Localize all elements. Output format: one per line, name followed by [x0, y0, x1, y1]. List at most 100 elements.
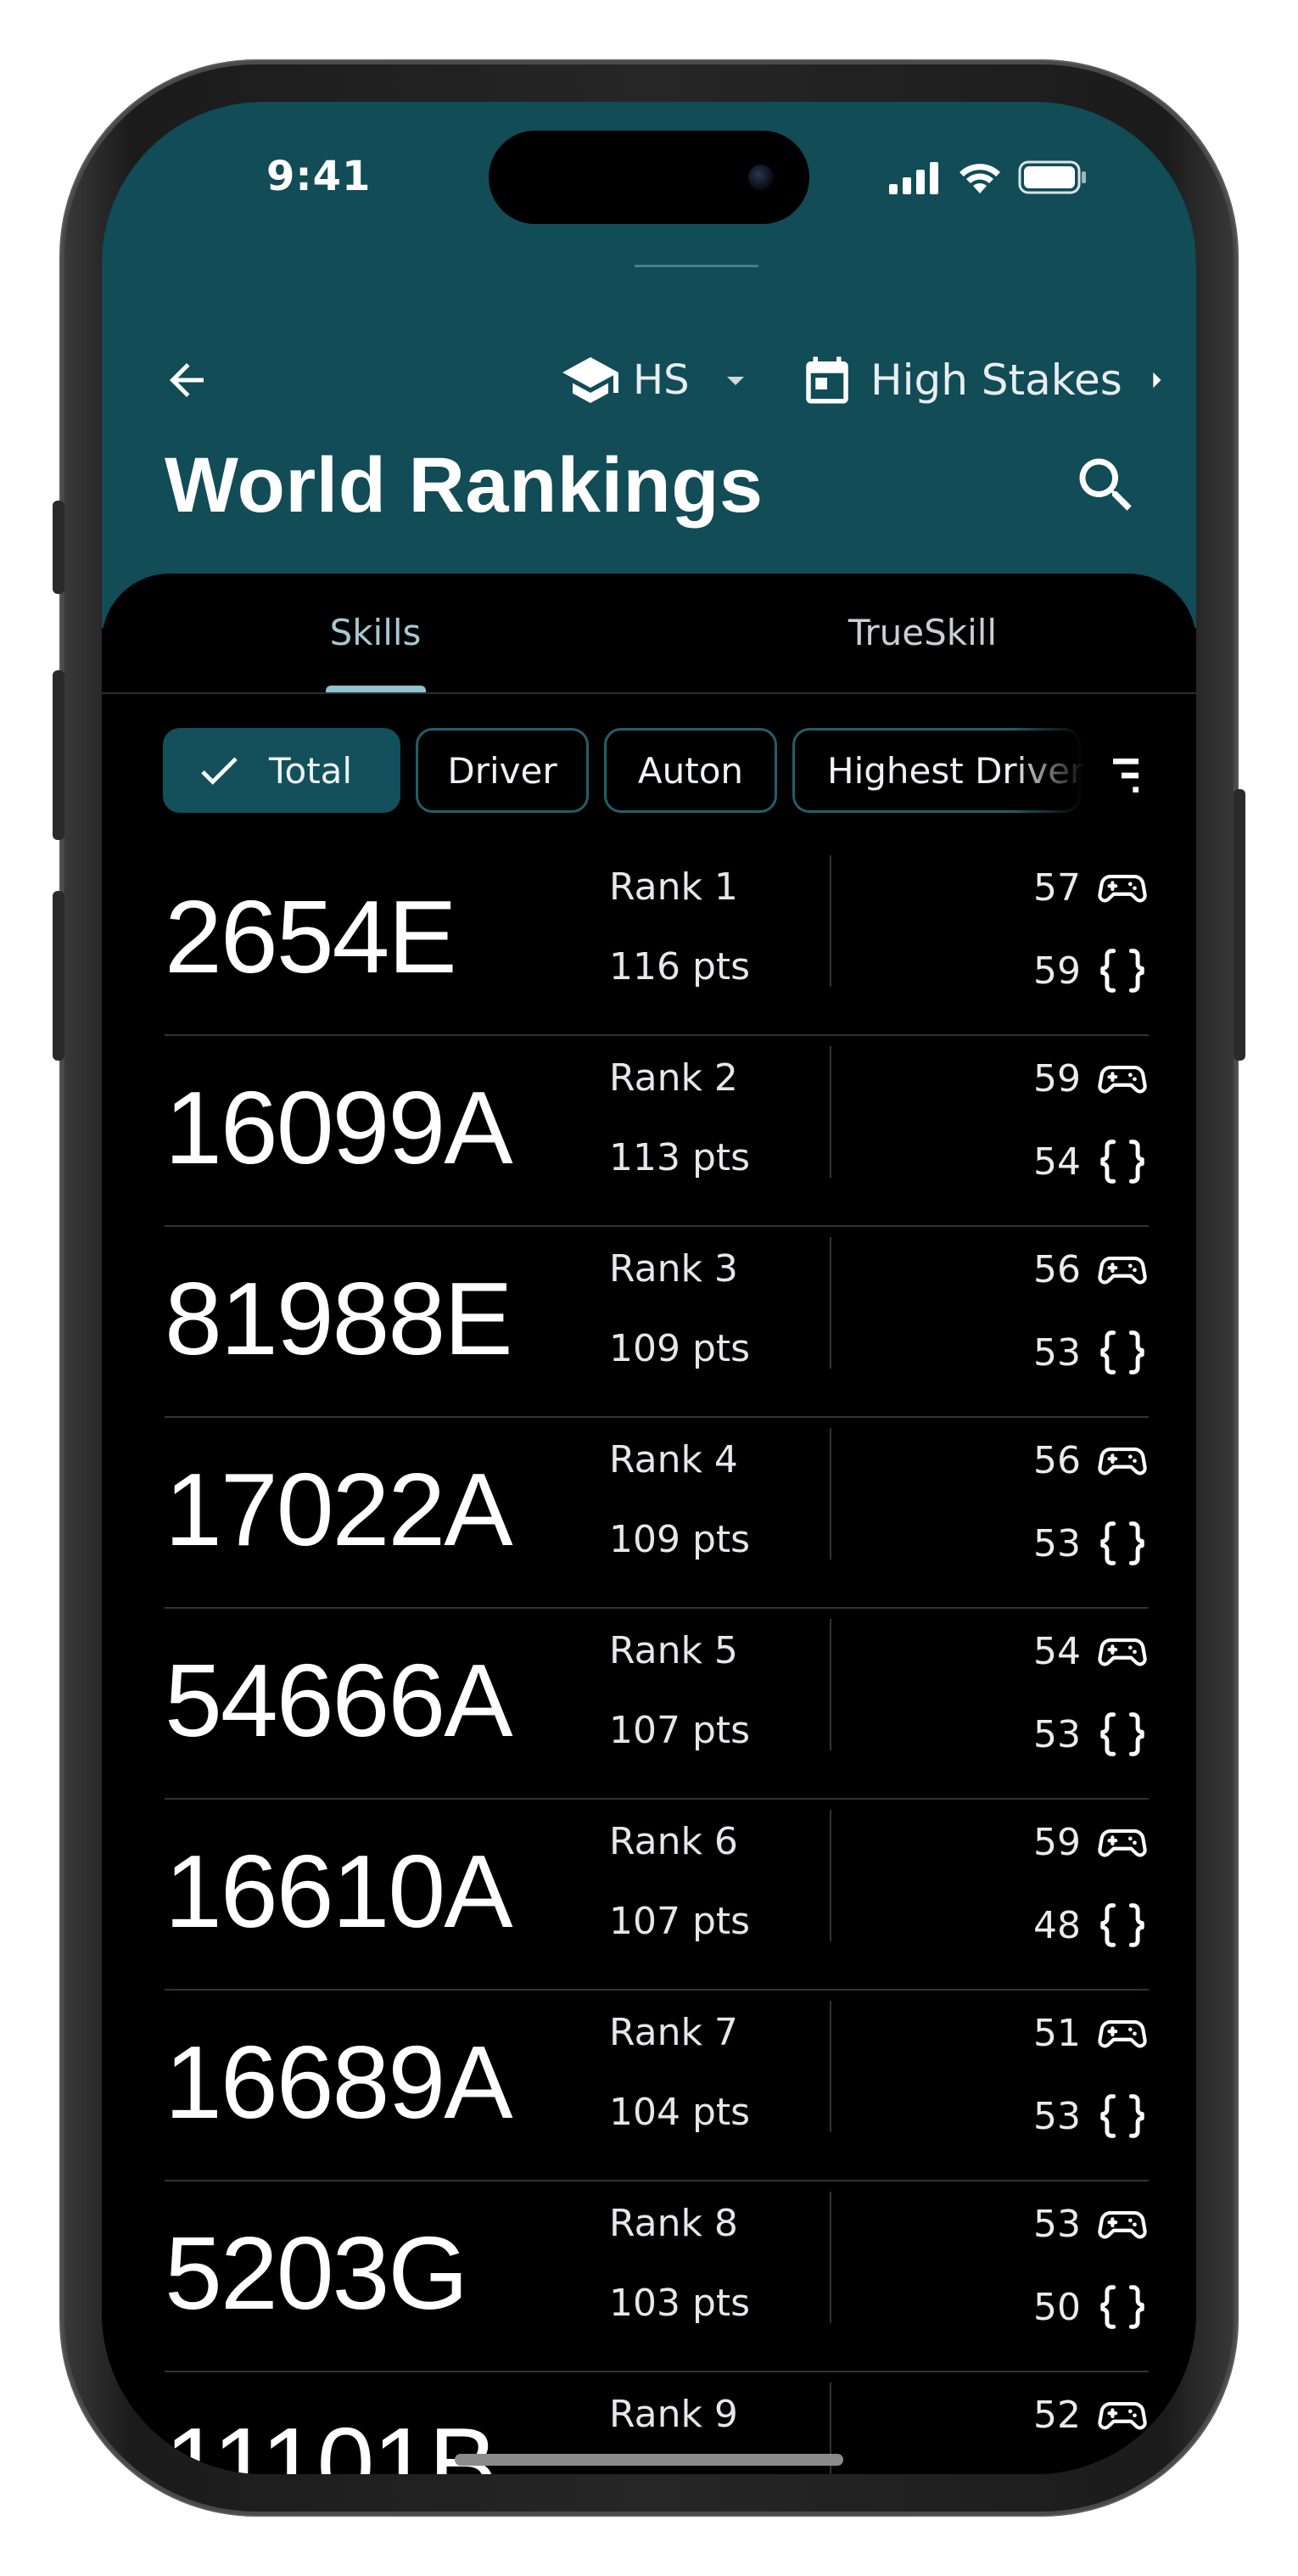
points-label: 109 pts	[609, 1327, 751, 1370]
app-header: 9:41 HS High Stakes World Rankings	[102, 102, 1196, 628]
code-braces-icon	[1100, 1330, 1144, 1375]
gamepad-icon	[1098, 1829, 1147, 1857]
team-number: 11101B	[165, 2406, 498, 2474]
ranking-row[interactable]: 17022A Rank 4 109 pts 56 53	[165, 1418, 1149, 1609]
code-braces-icon	[1100, 1712, 1144, 1756]
battery-icon	[1018, 160, 1086, 194]
gamepad-icon	[1098, 875, 1147, 903]
team-number: 16689A	[165, 2024, 513, 2140]
grade-dropdown[interactable]: HS	[560, 339, 756, 421]
ranking-row[interactable]: 2654E Rank 1 116 pts 57 59	[165, 845, 1149, 1036]
auton-score-value: 48	[1033, 1903, 1081, 1947]
gamepad-icon	[1098, 1448, 1147, 1476]
driver-score-value: 54	[1033, 1629, 1081, 1673]
ranking-row[interactable]: 81988E Rank 3 109 pts 56 53	[165, 1227, 1149, 1418]
chip-label: Auton	[637, 749, 744, 792]
auton-score: 48	[1033, 1895, 1149, 1956]
driver-score: 56	[1033, 1239, 1149, 1300]
home-indicator[interactable]	[455, 2454, 843, 2466]
auton-score: 54	[1033, 1131, 1149, 1192]
wifi-icon	[960, 164, 1000, 193]
driver-score: 59	[1033, 1048, 1149, 1109]
rank-label: Rank 7	[609, 2011, 738, 2054]
team-number: 2654E	[165, 879, 457, 994]
ranking-row[interactable]: 5203G Rank 8 103 pts 53 50	[165, 2181, 1149, 2372]
page-title: World Rankings	[165, 442, 764, 529]
app-screen: 9:41 HS High Stakes World Rankings Skill…	[102, 102, 1196, 2474]
chip-label: Driver	[447, 749, 557, 792]
dynamic-island	[489, 131, 809, 224]
ranking-row[interactable]: 16610A Rank 6 107 pts 59 48	[165, 1800, 1149, 1991]
row-divider	[830, 2192, 831, 2323]
auton-score: 59	[1033, 940, 1149, 1001]
gamepad-icon	[1098, 2211, 1147, 2239]
auton-score-value: 50	[1033, 2285, 1081, 2329]
season-label: High Stakes	[870, 356, 1122, 405]
row-divider	[830, 2001, 831, 2132]
points-label: 104 pts	[609, 2091, 751, 2134]
code-braces-icon	[1100, 1903, 1144, 1947]
row-divider	[830, 1237, 831, 1369]
chip-driver[interactable]: Driver	[416, 728, 589, 813]
driver-score-value: 56	[1033, 1247, 1081, 1291]
driver-score-value: 59	[1033, 1820, 1081, 1864]
driver-score: 56	[1033, 1430, 1149, 1491]
rank-label: Rank 2	[609, 1056, 738, 1100]
content-sheet: Skills TrueSkill Total Driver Auton High…	[102, 574, 1196, 2474]
code-braces-icon	[1100, 2285, 1144, 2329]
grade-value: HS	[633, 356, 690, 404]
driver-score: 57	[1033, 857, 1149, 918]
points-label: 107 pts	[609, 1900, 751, 1943]
gamepad-icon	[1098, 2402, 1147, 2430]
row-divider	[830, 1810, 831, 1941]
team-number: 81988E	[165, 1261, 513, 1376]
tab-bar: Skills TrueSkill	[102, 574, 1196, 694]
filter-lines-icon[interactable]	[1105, 742, 1139, 809]
rank-label: Rank 8	[609, 2202, 738, 2245]
back-button[interactable]	[153, 346, 221, 414]
auton-score-value: 53	[1033, 1712, 1081, 1756]
search-icon	[1079, 458, 1132, 511]
gamepad-icon	[1098, 2020, 1147, 2048]
rankings-list: 2654E Rank 1 116 pts 57 59 16099A Rank 2 113 pt…	[165, 845, 1149, 2474]
tab-label: Skills	[329, 611, 422, 653]
driver-score: 54	[1033, 1621, 1149, 1682]
points-label: 103 pts	[609, 2282, 751, 2325]
ranking-row[interactable]: 16689A Rank 7 104 pts 51 53	[165, 1991, 1149, 2181]
graduation-cap-icon	[562, 357, 618, 403]
team-number: 16099A	[165, 1070, 513, 1185]
nav-row: HS High Stakes	[102, 314, 1196, 441]
filter-chips: Total Driver Auton Highest Driver	[163, 725, 1139, 820]
auton-score-value: 54	[1033, 1140, 1081, 1184]
power-button	[1234, 789, 1245, 1061]
chip-scroll-fade	[1011, 725, 1105, 820]
points-label: 107 pts	[609, 1709, 751, 1752]
tab-trueskill[interactable]: TrueSkill	[649, 574, 1196, 691]
points-label: 113 pts	[609, 1136, 751, 1179]
ranking-row[interactable]: 16099A Rank 2 113 pts 59 54	[165, 1036, 1149, 1227]
search-button[interactable]	[1064, 443, 1149, 528]
driver-score: 59	[1033, 1812, 1149, 1873]
rank-label: Rank 3	[609, 1247, 738, 1291]
ranking-row[interactable]: 54666A Rank 5 107 pts 54 53	[165, 1609, 1149, 1800]
cellular-signal-icon	[889, 162, 938, 194]
driver-score-value: 53	[1033, 2202, 1081, 2246]
rank-label: Rank 4	[609, 1438, 738, 1481]
season-selector[interactable]: High Stakes	[799, 339, 1175, 421]
rank-label: Rank 9	[609, 2393, 738, 2436]
tab-label: TrueSkill	[848, 611, 998, 653]
driver-score-value: 56	[1033, 1438, 1081, 1482]
driver-score: 51	[1033, 2002, 1149, 2064]
team-number: 16610A	[165, 1834, 513, 1949]
driver-score-value: 57	[1033, 865, 1081, 910]
chip-auton[interactable]: Auton	[604, 728, 777, 813]
chevron-right-icon	[1153, 372, 1161, 389]
tab-skills[interactable]: Skills	[102, 574, 649, 692]
row-divider	[830, 855, 831, 987]
gamepad-icon	[1098, 1638, 1147, 1666]
points-label: 116 pts	[609, 945, 751, 988]
rank-label: Rank 6	[609, 1820, 738, 1863]
chip-total[interactable]: Total	[163, 728, 400, 813]
auton-score-value: 59	[1033, 949, 1081, 993]
rank-label: Rank 5	[609, 1629, 738, 1672]
